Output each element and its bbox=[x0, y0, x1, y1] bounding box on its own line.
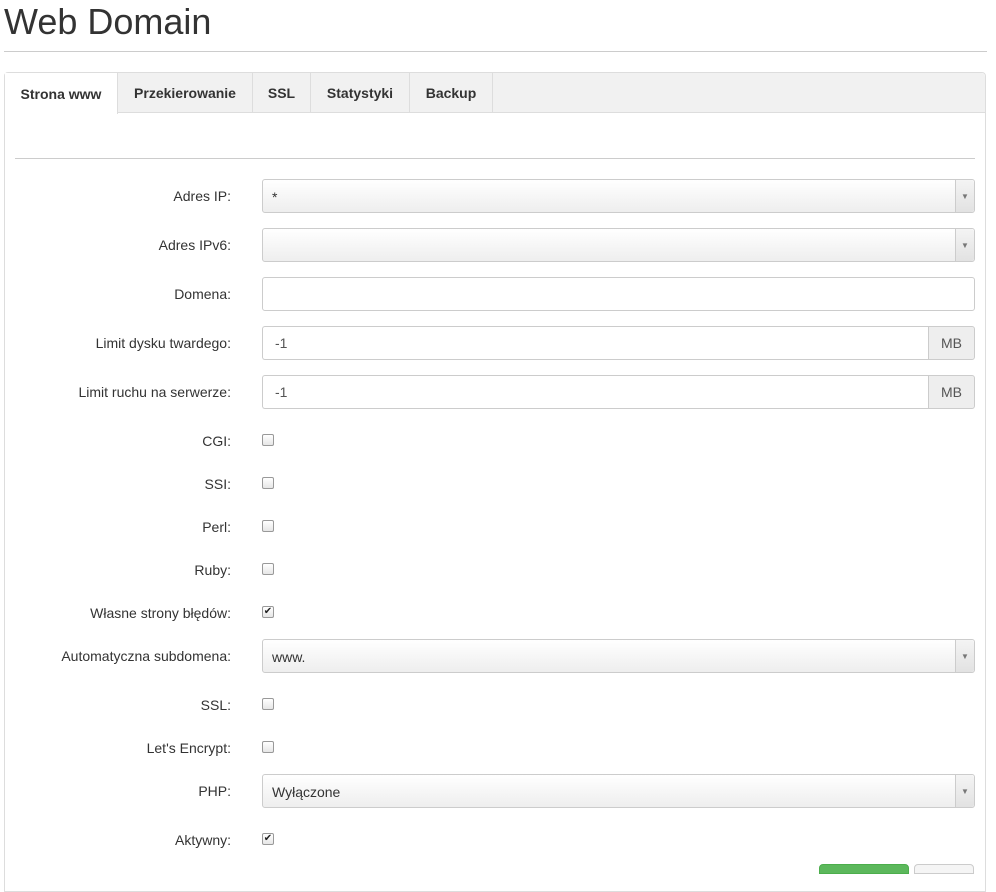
section-divider bbox=[15, 158, 975, 159]
ruby-checkbox[interactable] bbox=[262, 563, 274, 575]
subdomain-label: Automatyczna subdomena: bbox=[61, 648, 231, 664]
ssi-label: SSI: bbox=[204, 476, 231, 492]
hd-quota-unit: MB bbox=[928, 326, 975, 360]
cgi-label: CGI: bbox=[202, 433, 231, 449]
chevron-down-icon: ▼ bbox=[955, 229, 974, 261]
perl-label: Perl: bbox=[202, 519, 231, 535]
cgi-checkbox[interactable] bbox=[262, 434, 274, 446]
cancel-button[interactable] bbox=[914, 864, 974, 874]
letsencrypt-label: Let's Encrypt: bbox=[146, 740, 231, 756]
ip-select-value: * bbox=[272, 189, 278, 205]
ipv6-label: Adres IPv6: bbox=[158, 237, 231, 253]
letsencrypt-checkbox[interactable] bbox=[262, 741, 274, 753]
tab-statystyki[interactable]: Statystyki bbox=[311, 73, 410, 113]
traffic-quota-label: Limit ruchu na serwerze: bbox=[78, 384, 231, 400]
check-icon: ✔ bbox=[263, 833, 273, 844]
php-select-value: Wyłączone bbox=[272, 784, 341, 800]
chevron-down-icon: ▼ bbox=[955, 180, 974, 212]
ipv6-select[interactable]: ▼ bbox=[262, 228, 975, 262]
page-title: Web Domain bbox=[4, 1, 212, 42]
tab-bar: Strona www Przekierowanie SSL Statystyki… bbox=[5, 73, 985, 114]
php-label: PHP: bbox=[198, 783, 231, 799]
errordocs-checkbox[interactable]: ✔ bbox=[262, 606, 274, 618]
active-label: Aktywny: bbox=[174, 832, 231, 848]
check-icon: ✔ bbox=[263, 606, 273, 617]
php-select[interactable]: Wyłączone ▼ bbox=[262, 774, 975, 808]
hd-quota-input[interactable] bbox=[262, 326, 929, 360]
chevron-down-icon: ▼ bbox=[955, 775, 974, 807]
perl-checkbox[interactable] bbox=[262, 520, 274, 532]
traffic-quota-unit: MB bbox=[928, 375, 975, 409]
ip-label: Adres IP: bbox=[173, 188, 231, 204]
hd-quota-label: Limit dysku twardego: bbox=[95, 335, 231, 351]
hd-quota-group: MB bbox=[262, 326, 975, 360]
tab-strona-www[interactable]: Strona www bbox=[5, 73, 118, 114]
tab-przekierowanie[interactable]: Przekierowanie bbox=[118, 73, 253, 113]
ssl-checkbox[interactable] bbox=[262, 698, 274, 710]
subdomain-select[interactable]: www. ▼ bbox=[262, 639, 975, 673]
ip-select[interactable]: * ▼ bbox=[262, 179, 975, 213]
ssl-label: SSL: bbox=[200, 697, 231, 713]
ruby-label: Ruby: bbox=[194, 562, 231, 578]
tab-backup[interactable]: Backup bbox=[410, 73, 493, 113]
chevron-down-icon: ▼ bbox=[955, 640, 974, 672]
tab-ssl[interactable]: SSL bbox=[253, 73, 311, 113]
title-divider bbox=[4, 51, 987, 52]
domain-label: Domena: bbox=[174, 286, 231, 302]
traffic-quota-input[interactable] bbox=[262, 375, 929, 409]
domain-input[interactable] bbox=[262, 277, 975, 311]
errordocs-label: Własne strony błędów: bbox=[90, 605, 231, 621]
traffic-quota-group: MB bbox=[262, 375, 975, 409]
save-button[interactable] bbox=[819, 864, 909, 874]
active-checkbox[interactable]: ✔ bbox=[262, 833, 274, 845]
subdomain-select-value: www. bbox=[272, 649, 306, 665]
ssi-checkbox[interactable] bbox=[262, 477, 274, 489]
